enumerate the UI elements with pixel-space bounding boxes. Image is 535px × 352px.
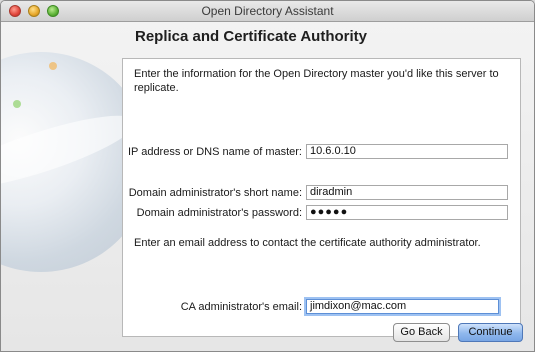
master-address-row: IP address or DNS name of master: 10.6.0… <box>123 144 520 160</box>
globe-node-icon <box>13 100 21 108</box>
assistant-content: Replica and Certificate Authority Enter … <box>1 22 534 351</box>
ca-email-field[interactable]: jimdixon@mac.com <box>306 299 499 314</box>
admin-password-row: Domain administrator's password: ●●●●● <box>123 205 520 221</box>
ca-email-label: CA administrator's email: <box>180 301 302 313</box>
globe-node-icon <box>49 62 57 70</box>
admin-password-field[interactable]: ●●●●● <box>306 205 508 220</box>
window-title: Open Directory Assistant <box>201 4 334 18</box>
admin-short-name-field[interactable]: diradmin <box>306 185 508 200</box>
ca-email-row: CA administrator's email: jimdixon@mac.c… <box>123 299 520 315</box>
go-back-button[interactable]: Go Back <box>393 323 450 342</box>
admin-password-label: Domain administrator's password: <box>136 207 302 219</box>
master-address-field[interactable]: 10.6.0.10 <box>306 144 508 159</box>
master-address-label: IP address or DNS name of master: <box>127 146 302 158</box>
title-bar: Open Directory Assistant <box>1 1 534 22</box>
settings-panel: Enter the information for the Open Direc… <box>122 58 521 337</box>
continue-button[interactable]: Continue <box>458 323 523 342</box>
ca-instructions: Enter an email address to contact the ce… <box>134 237 481 249</box>
admin-short-name-label: Domain administrator's short name: <box>128 187 302 199</box>
master-instructions: Enter the information for the Open Direc… <box>134 68 499 94</box>
admin-short-name-row: Domain administrator's short name: dirad… <box>123 185 520 201</box>
assistant-window: Open Directory Assistant Replica and Cer… <box>0 0 535 352</box>
page-title: Replica and Certificate Authority <box>135 28 367 45</box>
